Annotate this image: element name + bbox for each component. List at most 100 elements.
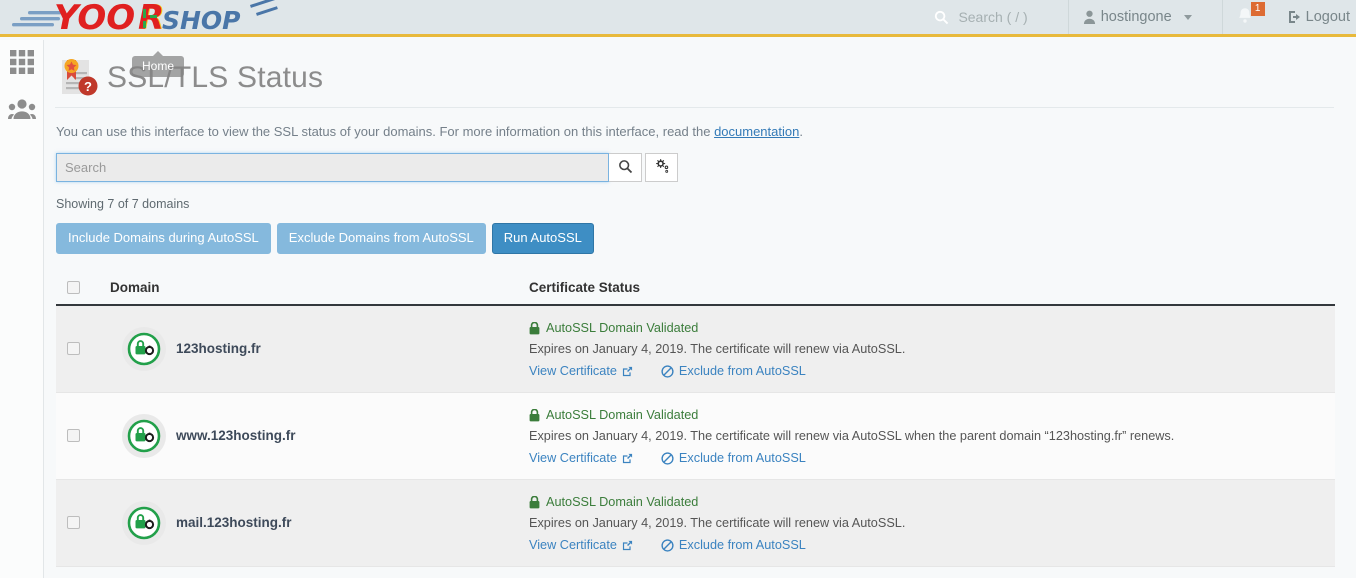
status-actions: View Certificate bbox=[529, 538, 1335, 552]
search-settings-button[interactable] bbox=[645, 153, 678, 182]
ssl-certificate-icon: ? bbox=[55, 56, 99, 100]
select-all-cell bbox=[56, 281, 89, 294]
row-checkbox[interactable] bbox=[67, 342, 80, 355]
certificate-status-cell: AutoSSL Domain Validated Expires on Janu… bbox=[529, 393, 1335, 479]
domain-name: 123hosting.fr bbox=[176, 341, 261, 356]
sidebar-item-user-manager[interactable] bbox=[0, 87, 44, 134]
main-content: ? SSL/TLS Status Home You can use this i… bbox=[45, 40, 1356, 578]
run-autossl-button[interactable]: Run AutoSSL bbox=[492, 223, 594, 254]
column-header-certificate-status: Certificate Status bbox=[529, 280, 1335, 295]
global-search-placeholder: Search ( / ) bbox=[958, 9, 1027, 25]
view-certificate-label: View Certificate bbox=[529, 538, 617, 552]
action-buttons: Include Domains during AutoSSL Exclude D… bbox=[56, 223, 1356, 254]
svg-text:R: R bbox=[138, 0, 164, 37]
status-title-label: AutoSSL Domain Validated bbox=[546, 495, 698, 509]
user-menu[interactable]: hostingone bbox=[1069, 0, 1223, 34]
global-search[interactable]: Search ( / ) bbox=[920, 0, 1068, 34]
left-sidebar bbox=[0, 40, 44, 578]
status-description: Expires on January 4, 2019. The certific… bbox=[529, 516, 1335, 530]
yoorshop-logo[interactable]: YOO R R SHOP bbox=[10, 0, 310, 38]
status-title: AutoSSL Domain Validated bbox=[529, 408, 1335, 422]
user-icon bbox=[1083, 10, 1096, 24]
status-title-label: AutoSSL Domain Validated bbox=[546, 408, 698, 422]
logout-icon bbox=[1287, 9, 1303, 25]
ssl-secure-lock-icon bbox=[122, 501, 166, 545]
column-header-domain: Domain bbox=[89, 280, 529, 295]
status-title: AutoSSL Domain Validated bbox=[529, 321, 1335, 335]
table-row: 123hosting.fr AutoSSL Domain Validated E… bbox=[56, 306, 1335, 393]
page-header: ? SSL/TLS Status Home bbox=[55, 48, 1334, 108]
padlock-icon bbox=[529, 409, 540, 422]
view-certificate-link[interactable]: View Certificate bbox=[529, 364, 633, 378]
intro-text-before: You can use this interface to view the S… bbox=[56, 124, 714, 139]
view-certificate-link[interactable]: View Certificate bbox=[529, 538, 633, 552]
logo-graphic: YOO R R SHOP bbox=[10, 0, 310, 37]
table-row: www.123hosting.fr AutoSSL Domain Validat… bbox=[56, 393, 1335, 480]
ban-icon bbox=[661, 365, 674, 378]
domain-name: www.123hosting.fr bbox=[176, 428, 296, 443]
row-select-cell bbox=[56, 393, 89, 479]
sidebar-item-apps[interactable] bbox=[0, 40, 44, 87]
view-certificate-label: View Certificate bbox=[529, 451, 617, 465]
ssl-secure-lock-icon bbox=[122, 327, 166, 371]
intro-text: You can use this interface to view the S… bbox=[56, 124, 1356, 139]
table-header-row: Domain Certificate Status bbox=[56, 272, 1335, 306]
username-label: hostingone bbox=[1101, 9, 1172, 25]
search-icon bbox=[934, 10, 949, 25]
certificate-status-cell: AutoSSL Domain Validated Expires on Janu… bbox=[529, 306, 1335, 392]
view-certificate-link[interactable]: View Certificate bbox=[529, 451, 633, 465]
padlock-icon bbox=[529, 322, 540, 335]
svg-text:YOO: YOO bbox=[54, 0, 135, 37]
domain-cell: 123hosting.fr bbox=[89, 306, 529, 392]
include-domains-button[interactable]: Include Domains during AutoSSL bbox=[56, 223, 271, 254]
svg-text:SHOP: SHOP bbox=[162, 6, 241, 35]
notification-badge: 1 bbox=[1251, 2, 1265, 16]
domain-cell: mail.123hosting.fr bbox=[89, 480, 529, 566]
search-input[interactable] bbox=[56, 153, 609, 182]
view-certificate-label: View Certificate bbox=[529, 364, 617, 378]
table-row: mail.123hosting.fr AutoSSL Domain Valida… bbox=[56, 480, 1335, 567]
apps-grid-icon bbox=[9, 49, 35, 78]
search-submit-button[interactable] bbox=[609, 153, 642, 182]
row-checkbox[interactable] bbox=[67, 429, 80, 442]
status-description: Expires on January 4, 2019. The certific… bbox=[529, 342, 1335, 356]
external-link-icon bbox=[622, 366, 633, 377]
cogs-icon bbox=[654, 158, 670, 177]
select-all-checkbox[interactable] bbox=[67, 281, 80, 294]
ban-icon bbox=[661, 452, 674, 465]
domain-name: mail.123hosting.fr bbox=[176, 515, 292, 530]
external-link-icon bbox=[622, 540, 633, 551]
exclude-from-autossl-label: Exclude from AutoSSL bbox=[679, 364, 806, 378]
chevron-down-icon bbox=[1184, 15, 1192, 20]
header-right-tools: Search ( / ) hostingone 1 bbox=[920, 0, 1356, 34]
domains-table: Domain Certificate Status 123hosting.fr bbox=[56, 272, 1335, 567]
search-row bbox=[56, 153, 1356, 182]
status-actions: View Certificate bbox=[529, 451, 1335, 465]
documentation-link[interactable]: documentation bbox=[714, 124, 799, 139]
exclude-from-autossl-link[interactable]: Exclude from AutoSSL bbox=[661, 364, 806, 378]
padlock-icon bbox=[529, 496, 540, 509]
exclude-from-autossl-link[interactable]: Exclude from AutoSSL bbox=[661, 538, 806, 552]
external-link-icon bbox=[622, 453, 633, 464]
magnifier-icon bbox=[618, 159, 633, 177]
logout-button[interactable]: Logout bbox=[1273, 0, 1356, 34]
logout-label: Logout bbox=[1306, 9, 1350, 25]
exclude-from-autossl-label: Exclude from AutoSSL bbox=[679, 538, 806, 552]
results-summary: Showing 7 of 7 domains bbox=[56, 197, 1356, 211]
status-description: Expires on January 4, 2019. The certific… bbox=[529, 429, 1335, 443]
status-title: AutoSSL Domain Validated bbox=[529, 495, 1335, 509]
home-tooltip: Home bbox=[132, 56, 184, 77]
notifications-button[interactable]: 1 bbox=[1223, 0, 1273, 34]
status-title-label: AutoSSL Domain Validated bbox=[546, 321, 698, 335]
row-select-cell bbox=[56, 306, 89, 392]
domain-cell: www.123hosting.fr bbox=[89, 393, 529, 479]
users-icon bbox=[8, 98, 36, 123]
ban-icon bbox=[661, 539, 674, 552]
exclude-from-autossl-label: Exclude from AutoSSL bbox=[679, 451, 806, 465]
exclude-from-autossl-link[interactable]: Exclude from AutoSSL bbox=[661, 451, 806, 465]
exclude-domains-button[interactable]: Exclude Domains from AutoSSL bbox=[277, 223, 486, 254]
ssl-secure-lock-icon bbox=[122, 414, 166, 458]
row-select-cell bbox=[56, 480, 89, 566]
row-checkbox[interactable] bbox=[67, 516, 80, 529]
certificate-status-cell: AutoSSL Domain Validated Expires on Janu… bbox=[529, 480, 1335, 566]
